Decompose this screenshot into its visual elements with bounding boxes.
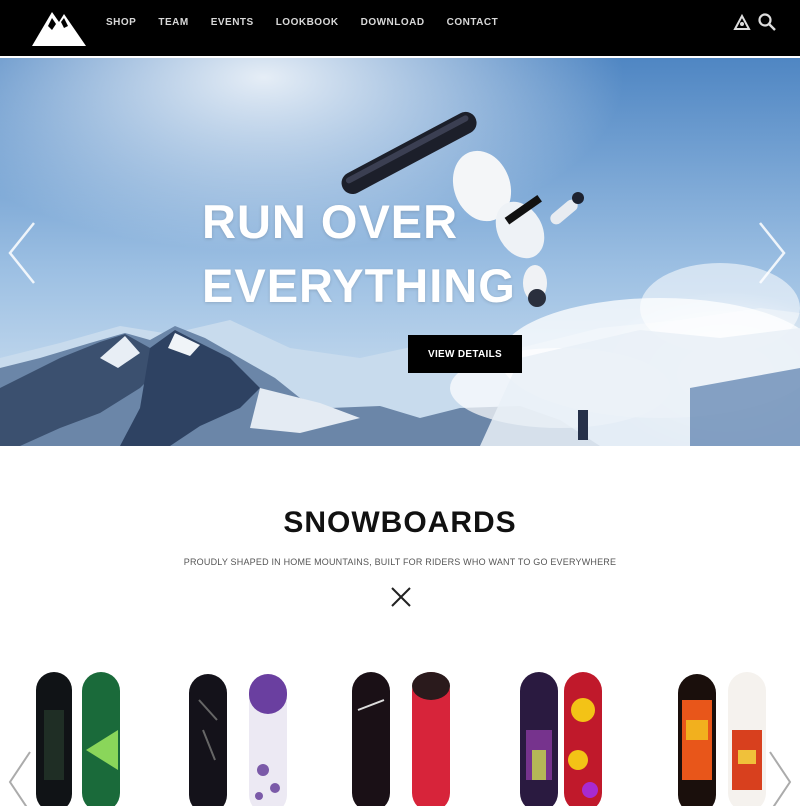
hero-headline-line1: RUN OVER [202, 195, 459, 248]
board-pair-5[interactable] [676, 670, 768, 806]
board-pair-1[interactable] [34, 670, 124, 806]
site-header: SHOP TEAM EVENTS LOOKBOOK DOWNLOAD CONTA… [0, 0, 800, 56]
crossed-skis-icon [391, 587, 411, 607]
search-icon[interactable] [757, 12, 777, 32]
nav-lookbook[interactable]: LOOKBOOK [276, 17, 339, 28]
view-details-button[interactable]: VIEW DETAILS [408, 335, 522, 373]
nav-shop[interactable]: SHOP [106, 17, 136, 28]
section-title: SNOWBOARDS [283, 506, 517, 539]
nav-contact[interactable]: CONTACT [447, 17, 499, 28]
chevron-right-icon[interactable] [752, 208, 792, 298]
account-icon[interactable] [732, 12, 752, 32]
nav-team[interactable]: TEAM [158, 17, 188, 28]
carousel-prev-icon[interactable] [0, 742, 40, 806]
board-pair-4[interactable] [518, 670, 604, 806]
product-carousel [0, 660, 800, 806]
nav-download[interactable]: DOWNLOAD [361, 17, 425, 28]
nav-events[interactable]: EVENTS [211, 17, 254, 28]
main-nav: SHOP TEAM EVENTS LOOKBOOK DOWNLOAD CONTA… [106, 17, 520, 28]
hero-headline: RUN OVER EVERYTHING [202, 190, 516, 318]
board-pair-3[interactable] [350, 670, 454, 806]
board-pair-2[interactable] [187, 670, 291, 806]
mountain-logo-icon[interactable] [28, 4, 90, 48]
section-subtitle: PROUDLY SHAPED IN HOME MOUNTAINS, BUILT … [183, 557, 617, 567]
hero-banner: RUN OVER EVERYTHING VIEW DETAILS [0, 58, 800, 446]
carousel-next-icon[interactable] [760, 742, 800, 806]
chevron-left-icon[interactable] [2, 208, 42, 298]
hero-headline-line2: EVERYTHING [202, 259, 516, 312]
